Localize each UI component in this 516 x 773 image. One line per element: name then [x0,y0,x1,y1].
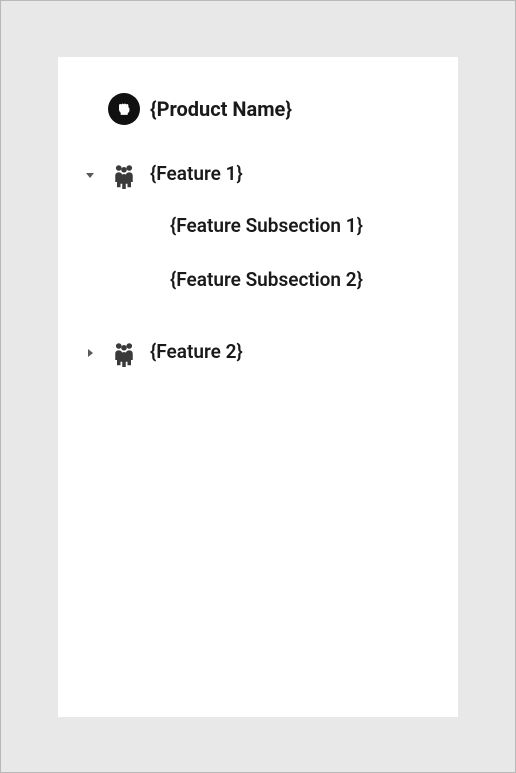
product-header-row[interactable]: {Product Name} [82,85,434,133]
tree-subitem-label: {Feature Subsection 1} [170,214,363,237]
tree-item-feature-2[interactable]: {Feature 2} [82,329,434,377]
navigation-panel: {Product Name} {Feature 1} {Feature Subs… [58,57,458,717]
tree-item-label: {Feature 2} [150,340,243,365]
tree-subitem-1[interactable]: {Feature Subsection 1} [82,199,434,253]
tree-item-feature-1[interactable]: {Feature 1} [82,151,434,199]
audience-icon [108,159,140,191]
tree-subitem-2[interactable]: {Feature Subsection 2} [82,253,434,307]
product-name-label: {Product Name} [150,96,292,122]
tree-subitem-label: {Feature Subsection 2} [170,268,363,291]
fist-icon [108,93,140,125]
product-icon [108,93,140,125]
chevron-right-icon[interactable] [82,345,98,361]
tree-item-label: {Feature 1} [150,162,243,187]
audience-icon [108,337,140,369]
chevron-down-icon[interactable] [82,167,98,183]
